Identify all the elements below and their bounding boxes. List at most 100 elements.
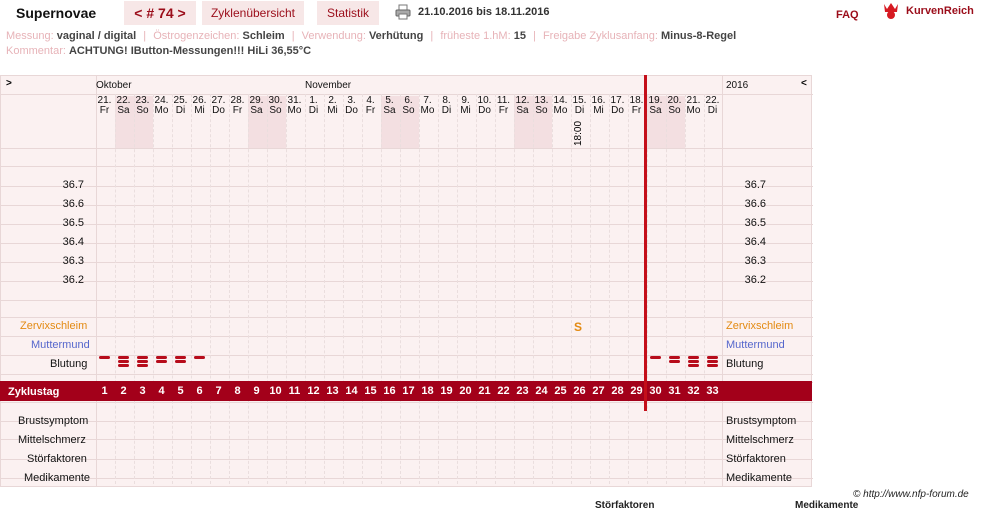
- cycle-day-number: 33: [706, 385, 719, 397]
- row-label-zyklustag: Zyklustag: [8, 386, 60, 398]
- day-header[interactable]: 25. Di: [171, 96, 190, 116]
- bleeding-mark: [688, 360, 699, 363]
- day-grid-line: [229, 94, 230, 484]
- day-header[interactable]: 3. Do: [342, 96, 361, 116]
- day-header[interactable]: 2. Mi: [323, 96, 342, 116]
- day-grid-line: [628, 94, 629, 484]
- cycle-day-number: 27: [592, 385, 605, 397]
- day-header[interactable]: 23. So: [133, 96, 152, 116]
- temp-label-right: 36.5: [744, 217, 766, 229]
- kurvenreich-logo-icon[interactable]: [881, 2, 901, 20]
- today-line: [644, 75, 647, 411]
- day-grid-line: [609, 94, 610, 484]
- day-header[interactable]: 17. Do: [608, 96, 627, 116]
- kommentar-label: Kommentar:: [6, 45, 66, 57]
- verwendung-value: Verhütung: [368, 30, 424, 42]
- printer-icon[interactable]: [395, 4, 411, 20]
- day-header[interactable]: 30. So: [266, 96, 285, 116]
- temp-label-left: 36.2: [62, 274, 84, 286]
- tab-statistik[interactable]: Statistik: [317, 1, 379, 25]
- day-header[interactable]: 11. Fr: [494, 96, 513, 116]
- day-header[interactable]: 28. Fr: [228, 96, 247, 116]
- day-grid-line: [571, 94, 572, 484]
- temp-label-left: 36.3: [62, 255, 84, 267]
- day-header[interactable]: 14. Mo: [551, 96, 570, 116]
- day-grid-line: [324, 94, 325, 484]
- separator: |: [533, 30, 536, 42]
- cycle-day-number: 14: [345, 385, 358, 397]
- kommentar-value: ACHTUNG! IButton-Messungen!!! HiLi 36,55…: [68, 45, 312, 57]
- row-label-brust: Brustsymptom: [18, 415, 89, 427]
- cycle-day-number: 12: [307, 385, 320, 397]
- cycle-nav-button[interactable]: < # 74 >: [124, 1, 196, 25]
- day-weekday: Fr: [365, 105, 376, 116]
- page-title: Supernovae: [16, 5, 97, 21]
- day-header[interactable]: 24. Mo: [152, 96, 171, 116]
- day-header[interactable]: 7. Mo: [418, 96, 437, 116]
- bleeding-mark: [99, 356, 110, 359]
- day-grid-line: [457, 94, 458, 484]
- day-header[interactable]: 12. Sa: [513, 96, 532, 116]
- day-header[interactable]: 26. Mi: [190, 96, 209, 116]
- day-grid-line: [438, 94, 439, 484]
- day-grid-line: [267, 94, 268, 484]
- day-grid-line: [362, 94, 363, 484]
- day-header[interactable]: 21. Mo: [684, 96, 703, 116]
- bleeding-mark: [650, 356, 661, 359]
- row-label-medi: Medikamente: [24, 472, 91, 484]
- day-weekday: Di: [574, 105, 585, 116]
- row-label-stoer-right: Störfaktoren: [726, 453, 786, 465]
- separator: |: [430, 30, 434, 42]
- day-weekday: Mi: [460, 105, 471, 116]
- day-weekday: Sa: [649, 105, 662, 116]
- copyright[interactable]: © http://www.nfp-forum.de: [853, 489, 969, 500]
- cycle-day-number: 19: [440, 385, 453, 397]
- day-header[interactable]: 13. So: [532, 96, 551, 116]
- day-header[interactable]: 22. Sa: [114, 96, 133, 116]
- chart-nav-right[interactable]: <: [801, 78, 807, 89]
- day-header[interactable]: 27. Do: [209, 96, 228, 116]
- day-weekday: So: [269, 105, 282, 116]
- day-grid-line: [248, 94, 249, 484]
- day-header[interactable]: 16. Mi: [589, 96, 608, 116]
- day-grid-line: [381, 94, 382, 484]
- cycle-day-number: 18: [421, 385, 434, 397]
- faq-link[interactable]: FAQ: [836, 9, 859, 21]
- day-grid-line: [476, 94, 477, 484]
- day-header[interactable]: 31. Mo: [285, 96, 304, 116]
- day-header[interactable]: 19. Sa: [646, 96, 665, 116]
- measurement-time: 18:00: [573, 120, 584, 146]
- bleeding-mark: [156, 360, 167, 363]
- day-weekday: Mo: [154, 105, 169, 116]
- day-weekday: Sa: [117, 105, 130, 116]
- day-grid-line: [191, 94, 192, 484]
- row-label-blutung: Blutung: [50, 358, 88, 370]
- day-header[interactable]: 6. So: [399, 96, 418, 116]
- day-grid-line: [666, 94, 667, 484]
- day-header[interactable]: 1. Di: [304, 96, 323, 116]
- bleeding-mark: [194, 356, 205, 359]
- tab-zyklenuebersicht[interactable]: Zyklenübersicht: [202, 1, 304, 25]
- cycle-day-number: 15: [364, 385, 377, 397]
- temp-label-right: 36.2: [744, 274, 766, 286]
- cycle-day-number: 4: [158, 385, 165, 397]
- day-header[interactable]: 10. Do: [475, 96, 494, 116]
- day-weekday: So: [668, 105, 681, 116]
- day-header[interactable]: 29. Sa: [247, 96, 266, 116]
- day-header[interactable]: 22. Di: [703, 96, 722, 116]
- grid-line: [1, 374, 813, 375]
- day-header[interactable]: 21. Fr: [95, 96, 114, 116]
- day-header[interactable]: 20. So: [665, 96, 684, 116]
- day-header[interactable]: 9. Mi: [456, 96, 475, 116]
- kurvenreich-link[interactable]: KurvenReich: [906, 5, 974, 17]
- day-grid-line: [400, 94, 401, 484]
- day-grid-line: [533, 94, 534, 484]
- grid-line: [1, 300, 813, 301]
- day-header[interactable]: 5. Sa: [380, 96, 399, 116]
- cycle-day-number: 5: [177, 385, 184, 397]
- day-header[interactable]: 4. Fr: [361, 96, 380, 116]
- temp-label-left: 36.7: [62, 179, 84, 191]
- day-header[interactable]: 15. Di: [570, 96, 589, 116]
- chart-nav-left[interactable]: >: [6, 78, 12, 89]
- day-header[interactable]: 8. Di: [437, 96, 456, 116]
